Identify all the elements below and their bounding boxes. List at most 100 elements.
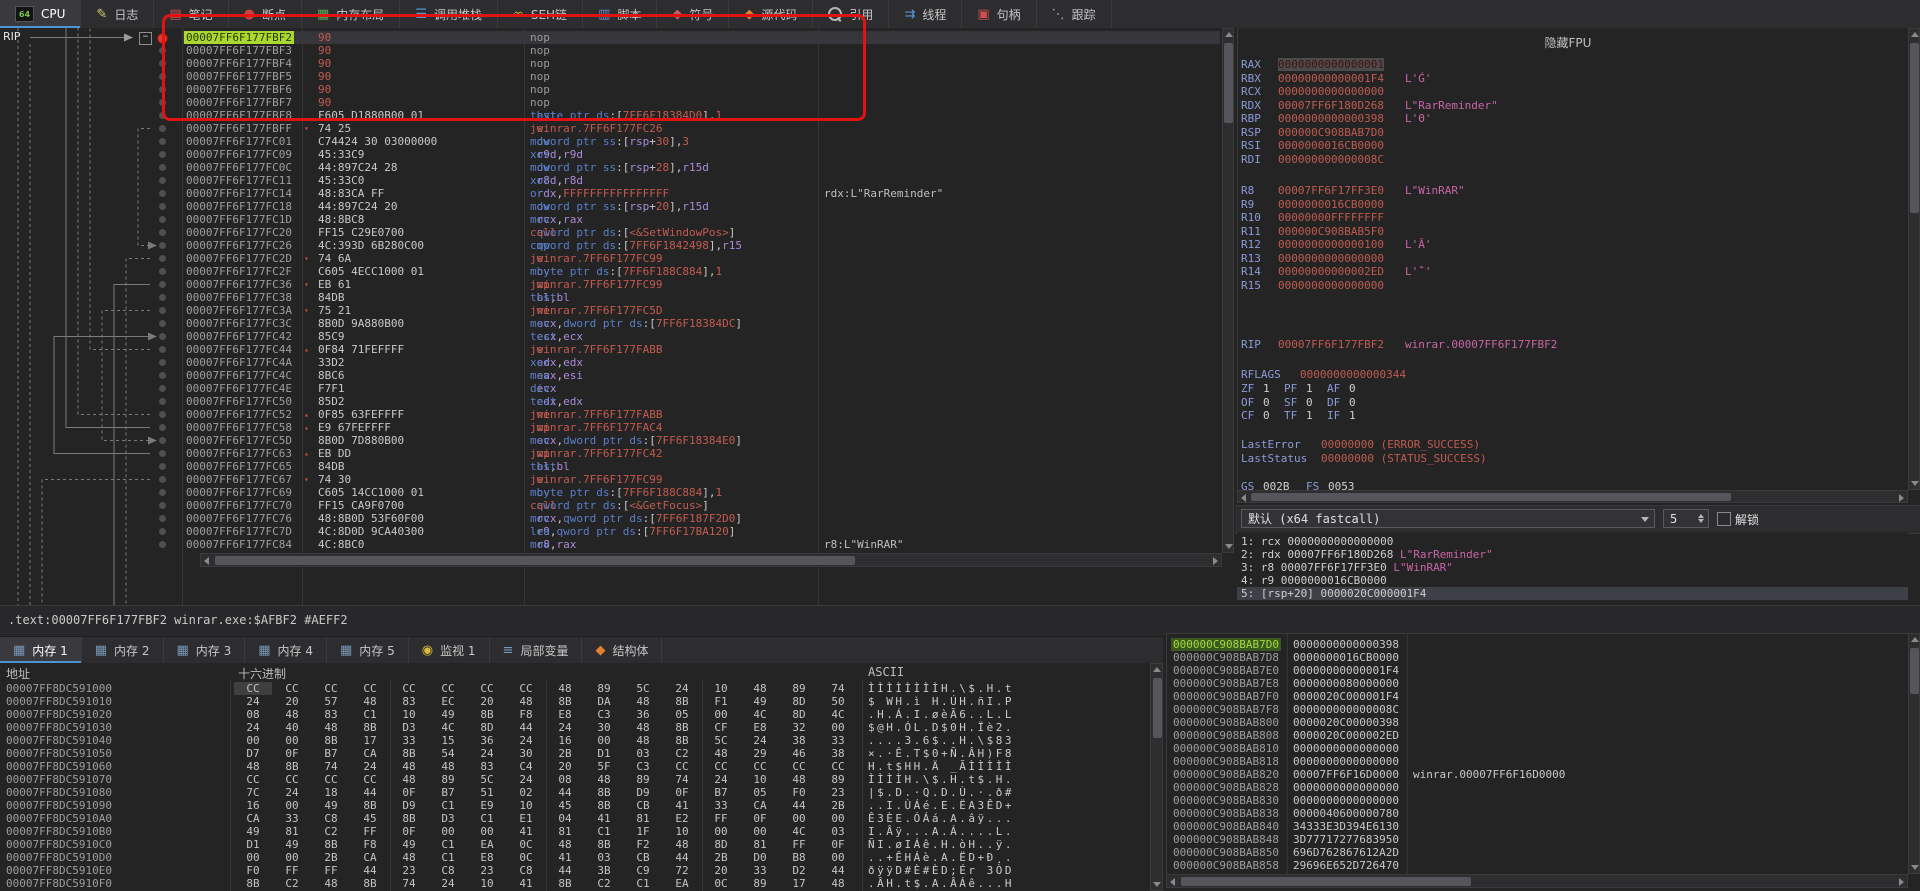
scroll-thumb[interactable] [1910,43,1919,213]
scroll-down-arrow-icon[interactable] [1153,882,1161,887]
disasm-row[interactable]: 00007FF6F177FC09 45:33C9 xor r9d,r9d [0,148,1222,161]
scroll-left-arrow-icon[interactable] [1170,878,1175,886]
argument-row[interactable]: 3: r8 00007FF6F17FF3E0 L"WinRAR" [1237,561,1908,574]
stack-row[interactable]: 000000C908BAB848 3D77717277683950 [1167,833,1909,846]
row-dot[interactable] [159,307,166,314]
arguments-pane[interactable]: 1: rcx 0000000000000000 2: rdx 00007FF6F1… [1237,532,1908,604]
stack-row[interactable]: 000000C908BAB840 34333E3D394E6130 [1167,820,1909,833]
disasm-row[interactable]: 00007FF6F177FC42 85C9 test ecx,ecx [0,330,1222,343]
row-dot[interactable] [159,164,166,171]
disasm-row[interactable]: 00007FF6F177FC84 4C:8BC0 mov r8,rax r8:L"Wi… [0,538,1222,551]
calling-convention-select[interactable]: 默认 (x64 fastcall) [1241,509,1655,528]
dump-row[interactable]: 00007FF8DC591070 CC CC CC CC 48 89 5C 24 08 48 89 74… [0,773,1163,786]
scroll-thumb[interactable] [1251,493,1731,501]
stack-row[interactable]: 000000C908BAB7F0 0000020C000001F4 [1167,690,1909,703]
row-dot[interactable] [159,60,166,67]
dump-row[interactable]: 00007FF8DC591000 CC CC CC CC CC CC CC CC 48 89 5C 24… [0,682,1163,695]
stack-row[interactable]: 000000C908BAB800 0000020C00000398 [1167,716,1909,729]
disasm-row[interactable]: 00007FF6F177FC20 FF15 C29E0700 call qword … [0,226,1222,239]
disasm-row[interactable]: 00007FF6F177FC2F C605 4ECC1000 01 mov byte… [0,265,1222,278]
scroll-thumb[interactable] [1910,648,1919,694]
stack-row[interactable]: 000000C908BAB858 29696E652D726470 [1167,859,1909,872]
row-dot[interactable] [159,47,166,54]
row-dot[interactable] [159,190,166,197]
row-dot[interactable] [159,229,166,236]
disasm-row[interactable]: 00007FF6F177FC2D ▾ 74 6A je winrar.7FF6F177… [0,252,1222,265]
fold-box-icon[interactable]: − [139,32,152,45]
dump-row[interactable]: 00007FF8DC5910D0 00 00 2B CA 48 C1 E8 0C 41 03 CB 44… [0,851,1163,864]
tab-内存 2[interactable]: ▦ 内存 2 [82,637,164,663]
disasm-row[interactable]: 00007FF6F177FC5D 8B0D 7D880B00 mov ecx,dwo… [0,434,1222,447]
argument-row[interactable]: 1: rcx 0000000000000000 [1237,535,1908,548]
tab-调用堆栈[interactable]: ☰ 调用堆栈 [400,0,498,28]
scroll-right-arrow-icon[interactable] [1899,494,1904,502]
row-dot[interactable] [159,398,166,405]
disasm-row[interactable]: 00007FF6F177FBF6 90 nop [0,83,1222,96]
spinner-down-icon[interactable] [1698,519,1704,523]
dump-row[interactable]: 00007FF8DC5910E0 F0 FF FF 44 23 C8 23 C8 44 3B C9 72… [0,864,1163,877]
argument-row[interactable]: 5: [rsp+20] 0000020C000001F4 [1237,587,1908,600]
dump-vscrollbar[interactable] [1150,663,1163,891]
row-dot[interactable] [159,216,166,223]
disasm-row[interactable]: 00007FF6F177FBF5 90 nop [0,70,1222,83]
scroll-left-arrow-icon[interactable] [1241,494,1246,502]
row-dot[interactable] [159,177,166,184]
stack-row[interactable]: 000000C908BAB820 00007FF6F16D0000 winrar.0… [1167,768,1909,781]
row-dot[interactable] [159,346,166,353]
tab-线程[interactable]: ⇉ 线程 [889,0,963,28]
tab-符号[interactable]: ◆ 符号 [657,0,730,28]
disasm-row[interactable]: 00007FF6F177FC3A ▾ 75 21 jne winrar.7FF6F17… [0,304,1222,317]
row-dot[interactable] [159,372,166,379]
row-dot[interactable] [159,541,166,548]
scroll-up-arrow-icon[interactable] [1153,667,1161,672]
dump-row[interactable]: 00007FF8DC5910F0 8B C2 48 8B 74 24 10 41 8B C2 C1 EA… [0,877,1163,890]
tab-笔记[interactable]: ▤ 笔记 [154,0,229,28]
disasm-row[interactable]: 00007FF6F177FC7D 4C:8D0D 9CA40300 lea r9,q… [0,525,1222,538]
row-dot[interactable] [159,450,166,457]
disasm-row[interactable]: 00007FF6F177FBF7 90 nop [0,96,1222,109]
tab-源代码[interactable]: ◆ 源代码 [729,0,814,28]
registers-vscrollbar[interactable] [1908,28,1920,490]
row-dot[interactable] [159,476,166,483]
stack-row[interactable]: 000000C908BAB818 0000000000000000 [1167,755,1909,768]
disasm-row[interactable]: 00007FF6F177FC18 44:897C24 20 mov dword pt… [0,200,1222,213]
tab-跟踪[interactable]: ⋱ 跟踪 [1037,0,1112,28]
row-dot[interactable] [159,528,166,535]
disasm-row[interactable]: 00007FF6F177FC65 84DB test bl,bl [0,460,1222,473]
dump-row[interactable]: 00007FF8DC591080 7C 24 18 44 0F B7 51 02 44 8B D9 0F… [0,786,1163,799]
disasm-row[interactable]: 00007FF6F177FC38 84DB test bl,bl [0,291,1222,304]
stack-row[interactable]: 000000C908BAB7E0 00000000000001F4 [1167,664,1909,677]
tab-内存 3[interactable]: ▦ 内存 3 [164,637,246,663]
tab-CPU[interactable]: 64 CPU [0,0,82,28]
dump-row[interactable]: 00007FF8DC591060 48 8B 74 24 48 48 83 C4 20 5F C3 CC… [0,760,1163,773]
tab-监视 1[interactable]: ◉ 监视 1 [409,637,490,663]
stack-row[interactable]: 000000C908BAB808 0000020C000002ED [1167,729,1909,742]
stack-row[interactable]: 000000C908BAB828 0000000000000000 [1167,781,1909,794]
disasm-row[interactable]: 00007FF6F177FC70 FF15 CA9F0700 call qword … [0,499,1222,512]
scroll-left-arrow-icon[interactable] [204,557,209,565]
tab-内存 5[interactable]: ▦ 内存 5 [327,637,409,663]
disasm-row[interactable]: 00007FF6F177FBF8 F605 D1880B00 01 test byt… [0,109,1222,122]
row-dot[interactable] [159,138,166,145]
hide-fpu-button[interactable]: 隐藏FPU [1238,34,1898,51]
disasm-row[interactable]: 00007FF6F177FC1D 48:8BC8 mov rcx,rax [0,213,1222,226]
disasm-row[interactable]: 00007FF6F177FC36 ▾ EB 61 jmp winrar.7FF6F17… [0,278,1222,291]
disasm-row[interactable]: 00007FF6F177FC01 C74424 30 03000000 mov dw… [0,135,1222,148]
disasm-row[interactable]: 00007FF6F177FC67 ▾ 74 30 je winrar.7FF6F177… [0,473,1222,486]
row-dot[interactable] [159,385,166,392]
dump-row[interactable]: 00007FF8DC591040 00 00 8B 17 33 15 36 24 16 00 48 8B… [0,734,1163,747]
disasm-row[interactable]: 00007FF6F177FC63 ▴ EB DD jmp winrar.7FF6F17… [0,447,1222,460]
disasm-row[interactable]: 00007FF6F177FC52 ▴ 0F85 63FEFFFF jne winrar… [0,408,1222,421]
row-dot[interactable] [159,359,166,366]
scroll-up-arrow-icon[interactable] [1911,637,1919,642]
dump-row[interactable]: 00007FF8DC5910A0 CA 33 C8 45 8B D3 C1 E1 04 41 81 E2… [0,812,1163,825]
dump-row[interactable]: 00007FF8DC5910B0 49 81 C2 FF 0F 00 00 41 81 C1 1F 10… [0,825,1163,838]
tab-脚本[interactable]: ▥ 脚本 [583,0,658,28]
row-dot[interactable] [159,502,166,509]
row-dot[interactable] [159,242,166,249]
stack-row[interactable]: 000000C908BAB7D0 0000000000000398 [1167,638,1909,651]
registers-pane[interactable]: 隐藏FPU RAX 0000000000000001 RBX 000000000000… [1237,28,1909,490]
scroll-thumb[interactable] [215,556,855,565]
scroll-right-arrow-icon[interactable] [1213,557,1218,565]
memory-dump-pane[interactable]: 地址 十六进制 ASCII 00007FF8DC591000 CC CC CC CC CC… [0,663,1163,891]
